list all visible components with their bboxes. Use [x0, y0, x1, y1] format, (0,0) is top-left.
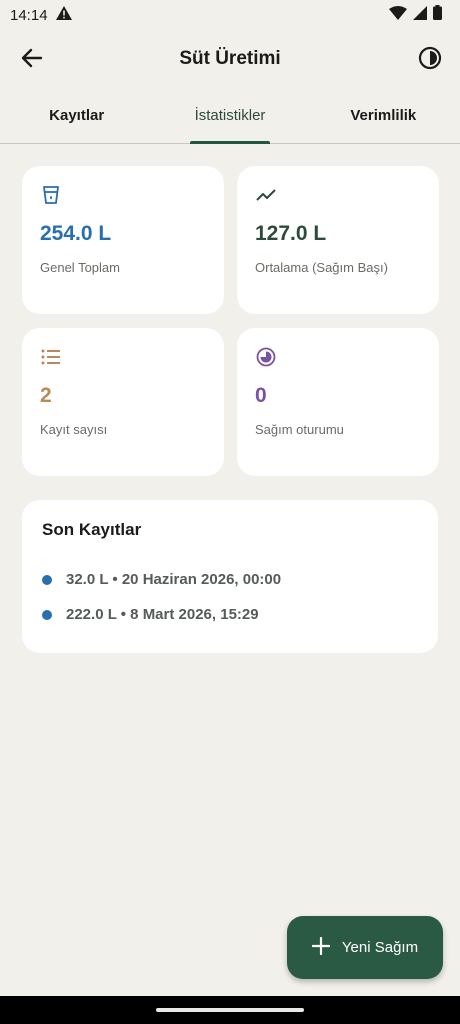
- tab-indicator: [189, 141, 270, 144]
- bullet-dot: [42, 574, 52, 585]
- stat-card-count: 2 Kayıt sayısı: [22, 328, 224, 476]
- stat-value: 127.0 L: [255, 222, 327, 245]
- back-button[interactable]: [18, 46, 46, 74]
- battery-icon: [433, 5, 442, 25]
- status-time: 14:14: [10, 6, 48, 24]
- system-nav-bar: [0, 996, 460, 1024]
- status-bar: 14:14: [0, 0, 460, 30]
- list-icon: [40, 346, 62, 368]
- stat-value: 0: [255, 384, 267, 407]
- plus-icon: [311, 936, 331, 959]
- trending-icon: [255, 184, 277, 206]
- stat-card-total: 254.0 L Genel Toplam: [22, 166, 224, 314]
- fab-label: Yeni Sağım: [341, 939, 419, 956]
- stat-value: 2: [40, 384, 52, 407]
- stat-card-sessions: 0 Sağım oturumu: [237, 328, 439, 476]
- clock-pie-icon: [255, 346, 277, 368]
- tab-istatistikler[interactable]: İstatistikler: [153, 88, 306, 144]
- theme-toggle-button[interactable]: [416, 46, 444, 74]
- record-text: 32.0 L • 20 Haziran 2026, 00:00: [66, 571, 282, 588]
- app-bar: Süt Üretimi: [0, 30, 460, 88]
- tab-verimlilik[interactable]: Verimlilik: [307, 88, 460, 143]
- home-handle[interactable]: [156, 1008, 304, 1012]
- recent-list: 32.0 L • 20 Haziran 2026, 00:00 222.0 L …: [42, 562, 418, 632]
- wifi-icon: [389, 5, 407, 25]
- stat-label: Genel Toplam: [40, 260, 120, 275]
- stat-label: Sağım oturumu: [255, 422, 344, 437]
- tab-label: Kayıtlar: [49, 107, 105, 124]
- stat-card-average: 127.0 L Ortalama (Sağım Başı): [237, 166, 439, 314]
- cup-icon: [40, 184, 62, 206]
- theme-icon: [418, 46, 442, 75]
- list-item: 32.0 L • 20 Haziran 2026, 00:00: [42, 562, 418, 597]
- record-text: 222.0 L • 8 Mart 2026, 15:29: [66, 606, 259, 623]
- stat-label: Ortalama (Sağım Başı): [255, 260, 388, 275]
- warning-icon: [55, 5, 72, 25]
- list-item: 222.0 L • 8 Mart 2026, 15:29: [42, 597, 418, 632]
- bullet-dot: [42, 609, 52, 620]
- arrow-back-icon: [21, 47, 43, 74]
- section-title: Son Kayıtlar: [42, 520, 142, 539]
- new-milking-button[interactable]: Yeni Sağım: [287, 916, 443, 979]
- recent-records-card: Son Kayıtlar 32.0 L • 20 Haziran 2026, 0…: [22, 500, 438, 653]
- signal-icon: [413, 5, 427, 25]
- tab-label: İstatistikler: [194, 107, 266, 124]
- tab-label: Verimlilik: [350, 107, 417, 124]
- page-title: Süt Üretimi: [179, 48, 281, 69]
- tab-bar: Kayıtlar İstatistikler Verimlilik: [0, 88, 460, 144]
- stat-value: 254.0 L: [40, 222, 112, 245]
- tab-kayitlar[interactable]: Kayıtlar: [0, 88, 153, 143]
- stat-label: Kayıt sayısı: [40, 422, 108, 437]
